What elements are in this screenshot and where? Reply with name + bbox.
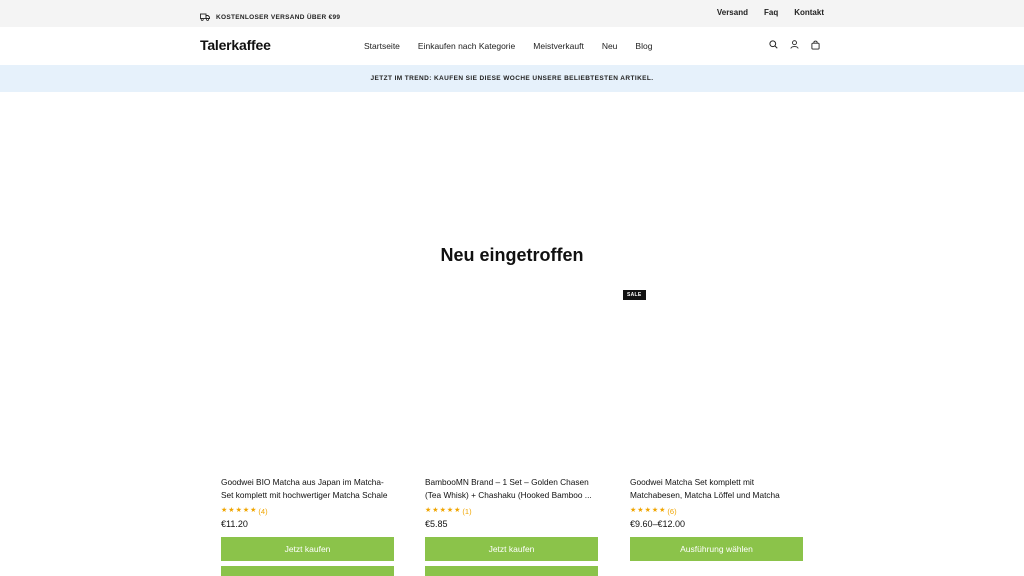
product-rating: ★ ★ ★ ★ ★ (4) xyxy=(221,506,394,516)
product-card: BambooMN Brand – 1 Set – Golden Chasen (… xyxy=(425,290,598,576)
review-count: (4) xyxy=(258,506,268,516)
secondary-button[interactable] xyxy=(425,566,598,576)
buy-now-button[interactable]: Jetzt kaufen xyxy=(425,537,598,561)
product-image[interactable] xyxy=(425,290,598,470)
buy-now-button[interactable]: Jetzt kaufen xyxy=(221,537,394,561)
link-kontakt[interactable]: Kontakt xyxy=(794,8,824,17)
product-image[interactable]: SALE xyxy=(623,290,803,470)
product-rating: ★ ★ ★ ★ ★ (6) xyxy=(630,506,803,516)
truck-icon xyxy=(200,8,210,26)
product-price: €9.60–€12.00 xyxy=(630,519,686,529)
shipping-text: KOSTENLOSER VERSAND ÜBER €99 xyxy=(216,13,341,21)
top-links: Versand Faq Kontakt xyxy=(717,8,824,17)
star-icon: ★ xyxy=(228,507,235,514)
star-icon: ★ xyxy=(221,507,228,514)
product-image[interactable] xyxy=(221,290,394,470)
star-icon: ★ xyxy=(439,507,446,514)
header-icons xyxy=(768,39,820,50)
secondary-button[interactable] xyxy=(221,566,394,576)
product-card: Goodwei BIO Matcha aus Japan im Matcha-S… xyxy=(221,290,394,576)
star-icon: ★ xyxy=(454,507,461,514)
star-icon: ★ xyxy=(659,507,666,514)
bag-icon[interactable] xyxy=(810,39,820,50)
review-count: (6) xyxy=(667,506,677,516)
select-option-button[interactable]: Ausführung wählen xyxy=(630,537,803,561)
product-name[interactable]: Goodwei Matcha Set komplett mit Matchabe… xyxy=(630,476,803,502)
star-icon: ★ xyxy=(651,507,659,514)
product-name[interactable]: BambooMN Brand – 1 Set – Golden Chasen (… xyxy=(425,476,598,502)
site-header: Talerkaffee Startseite Einkaufen nach Ka… xyxy=(0,27,1024,65)
star-icon: ★ xyxy=(425,507,432,514)
product-price: €11.20 xyxy=(221,519,248,529)
main-nav: Startseite Einkaufen nach Kategorie Meis… xyxy=(364,41,652,51)
promo-banner: JETZT IM TREND: KAUFEN SIE DIESE WOCHE U… xyxy=(0,65,1024,92)
star-icon: ★ xyxy=(446,507,454,514)
promo-text: JETZT IM TREND: KAUFEN SIE DIESE WOCHE U… xyxy=(370,75,654,82)
review-count: (1) xyxy=(462,506,472,516)
star-icon: ★ xyxy=(637,507,644,514)
search-icon[interactable] xyxy=(768,39,778,50)
star-icon: ★ xyxy=(644,507,651,514)
nav-startseite[interactable]: Startseite xyxy=(364,41,400,51)
star-icon: ★ xyxy=(242,507,250,514)
star-icon: ★ xyxy=(235,507,242,514)
nav-neu[interactable]: Neu xyxy=(602,41,618,51)
sale-badge: SALE xyxy=(623,290,646,300)
account-icon[interactable] xyxy=(789,39,799,50)
product-card: SALE Goodwei Matcha Set komplett mit Mat… xyxy=(623,290,803,561)
product-name[interactable]: Goodwei BIO Matcha aus Japan im Matcha-S… xyxy=(221,476,394,502)
site-logo[interactable]: Talerkaffee xyxy=(200,37,271,53)
product-rating: ★ ★ ★ ★ ★ (1) xyxy=(425,506,598,516)
star-icon: ★ xyxy=(250,507,257,514)
top-bar: KOSTENLOSER VERSAND ÜBER €99 Versand Faq… xyxy=(0,0,1024,27)
star-icon: ★ xyxy=(432,507,439,514)
link-versand[interactable]: Versand xyxy=(717,8,748,17)
nav-blog[interactable]: Blog xyxy=(635,41,652,51)
shipping-notice: KOSTENLOSER VERSAND ÜBER €99 xyxy=(200,8,340,26)
nav-einkaufen-nach-kategorie[interactable]: Einkaufen nach Kategorie xyxy=(418,41,515,51)
section-title: Neu eingetroffen xyxy=(440,245,584,265)
nav-meistverkauft[interactable]: Meistverkauft xyxy=(533,41,584,51)
link-faq[interactable]: Faq xyxy=(764,8,778,17)
star-icon: ★ xyxy=(630,507,637,514)
product-price: €5.85 xyxy=(425,519,448,529)
